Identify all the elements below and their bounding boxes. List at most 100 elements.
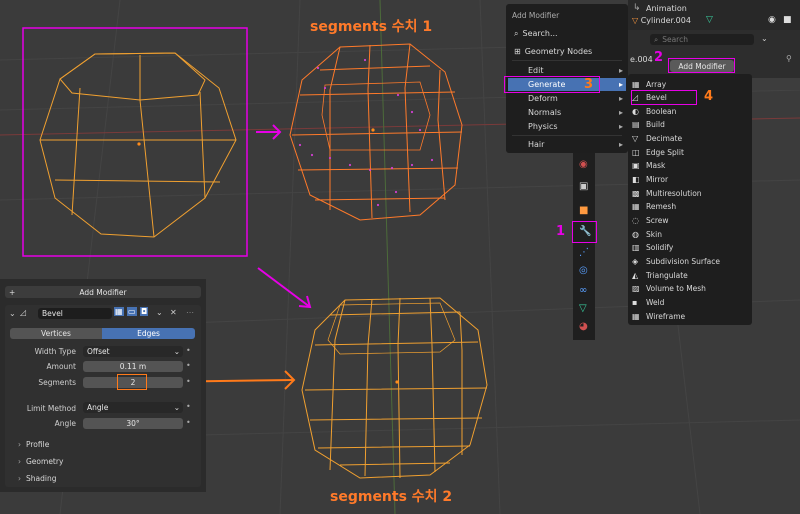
chevron-right-icon: ▸ — [619, 122, 624, 131]
keyframe-dot[interactable]: • — [186, 418, 191, 427]
modifier-icon: ◭ — [632, 270, 639, 280]
outliner-row-cylinder[interactable]: ▽ Cylinder.004 — [632, 16, 691, 25]
menu-title: Add Modifier — [512, 11, 560, 20]
properties-search[interactable]: ⌕ Search — [650, 34, 754, 45]
submenu-item-label: Skin — [646, 229, 662, 239]
submenu-item-array[interactable]: ▦ Array — [632, 77, 748, 91]
pin-icon[interactable]: ⚲ — [786, 54, 792, 63]
render-icon[interactable]: ◘ — [140, 307, 149, 316]
keyframe-dot[interactable]: • — [186, 402, 191, 411]
add-modifier-button[interactable]: + Add Modifier — [5, 286, 201, 298]
keyframe-dot[interactable]: • — [186, 377, 191, 386]
outliner-row-animation[interactable]: Animation — [646, 4, 687, 13]
width-type-label: Width Type — [34, 347, 76, 356]
submenu-item-boolean[interactable]: ◐ Boolean — [632, 104, 748, 118]
drag-handle-icon[interactable]: ⋯ — [186, 308, 194, 317]
annotation-step4: 4 — [704, 89, 714, 104]
submenu-item-mask[interactable]: ▣ Mask — [632, 159, 748, 173]
dropdown-icon[interactable]: ⌄ — [156, 308, 163, 317]
submenu-item-label: Array — [646, 79, 667, 89]
submenu-item-volume-to-mesh[interactable]: ▨ Volume to Mesh — [632, 282, 748, 296]
limit-method-select[interactable]: Angle ⌄ — [83, 402, 183, 413]
amount-field[interactable]: 0.11 m — [83, 361, 183, 372]
keyframe-dot[interactable]: • — [186, 346, 191, 355]
node-tree-icon: ⊞ — [514, 47, 521, 56]
tab-vertices[interactable]: Vertices — [10, 328, 102, 339]
collection-icon[interactable]: ▣ — [579, 181, 588, 192]
modifier-icon: ▩ — [632, 188, 640, 198]
submenu-item-label: Edge Split — [646, 147, 684, 157]
collapse-icon[interactable]: ⌄ — [9, 309, 16, 318]
data-icon[interactable]: ▽ — [579, 303, 587, 314]
submenu-item-screw[interactable]: ◌ Screw — [632, 214, 748, 228]
menu-geometry-nodes[interactable]: ⊞ Geometry Nodes — [514, 47, 592, 56]
menu-item-hair[interactable]: Hair — [528, 140, 544, 149]
section-shading[interactable]: › Shading — [18, 474, 56, 483]
modifier-icon: ▽ — [632, 134, 639, 144]
chevron-right-icon: › — [18, 457, 21, 466]
menu-item-deform[interactable]: Deform — [528, 94, 558, 103]
submenu-item-mirror[interactable]: ◧ Mirror — [632, 173, 748, 187]
eye-icon[interactable]: ◉ — [768, 15, 776, 25]
mesh-data-icon: ▽ — [706, 15, 713, 25]
constraints-icon[interactable]: ∞ — [579, 285, 587, 296]
object-icon[interactable]: ■ — [579, 205, 588, 216]
submenu-item-subdivision-surface[interactable]: ◈ Subdivision Surface — [632, 254, 748, 268]
submenu-item-multiresolution[interactable]: ▩ Multiresolution — [632, 186, 748, 200]
close-icon[interactable]: ✕ — [170, 308, 177, 317]
submenu-item-wireframe[interactable]: ▦ Wireframe — [632, 309, 748, 323]
submenu-item-label: Remesh — [646, 202, 677, 212]
modifier-icon: ▦ — [632, 202, 640, 212]
submenu-item-skin[interactable]: ◍ Skin — [632, 227, 748, 241]
viewport-icon[interactable]: ▭ — [127, 307, 137, 316]
chevron-right-icon: ▸ — [619, 94, 624, 103]
highlight-wrench — [572, 221, 597, 243]
chevron-down-icon[interactable]: ⌄ — [761, 34, 768, 43]
highlight-add-modifier — [668, 58, 735, 73]
submenu-item-solidify[interactable]: ▥ Solidify — [632, 241, 748, 255]
modifier-name-field[interactable]: Bevel — [38, 308, 112, 319]
object-name: Cylinder.004 — [640, 16, 691, 25]
menu-divider — [512, 135, 622, 136]
camera-icon[interactable]: ■ — [783, 15, 792, 25]
physics-icon[interactable]: ◎ — [579, 265, 588, 276]
modifier-icon: ▦ — [632, 311, 640, 321]
width-type-select[interactable]: Offset ⌄ — [83, 346, 183, 357]
submenu-item-weld[interactable]: ▪ Weld — [632, 295, 748, 309]
modifier-icon: ◫ — [632, 147, 640, 157]
menu-divider — [512, 60, 622, 61]
section-profile[interactable]: › Profile — [18, 440, 49, 449]
submenu-item-remesh[interactable]: ▦ Remesh — [632, 200, 748, 214]
bevel-icon: ◿ — [20, 308, 27, 317]
tab-edges[interactable]: Edges — [102, 328, 195, 339]
chevron-right-icon: ▸ — [619, 108, 624, 117]
modifier-icon: ▨ — [632, 284, 640, 294]
submenu-item-decimate[interactable]: ▽ Decimate — [632, 132, 748, 146]
annotation-step1: 1 — [556, 224, 566, 239]
menu-search[interactable]: ⌕ Search... — [514, 29, 558, 39]
menu-item-normals[interactable]: Normals — [528, 108, 561, 117]
material-icon[interactable]: ◕ — [579, 321, 588, 332]
highlight-segments — [117, 374, 147, 390]
limit-method-label: Limit Method — [26, 404, 76, 413]
menu-item-edit[interactable]: Edit — [528, 66, 544, 75]
submenu-item-label: Triangulate — [646, 270, 688, 280]
world-icon[interactable]: ◉ — [579, 159, 588, 170]
angle-field[interactable]: 30° — [83, 418, 183, 429]
search-icon: ⌕ — [514, 29, 519, 38]
annotation-bottom-title: segments 수치 2 — [330, 489, 453, 505]
keyframe-dot[interactable]: • — [186, 361, 191, 370]
submenu-item-triangulate[interactable]: ◭ Triangulate — [632, 268, 748, 282]
modifier-icon: ▦ — [632, 79, 640, 89]
particles-icon[interactable]: ⋰ — [579, 247, 589, 258]
menu-item-physics[interactable]: Physics — [528, 122, 558, 131]
submenu-item-label: Wireframe — [646, 311, 686, 321]
plus-icon: + — [9, 287, 16, 297]
submenu-item-label: Screw — [646, 216, 669, 225]
editmode-icon[interactable]: ▦ — [114, 307, 124, 316]
section-geometry[interactable]: › Geometry — [18, 457, 63, 466]
submenu-item-label: Mirror — [646, 175, 669, 185]
annotation-top-title: segments 수치 1 — [310, 19, 433, 35]
submenu-item-build[interactable]: ▤ Build — [632, 118, 748, 132]
submenu-item-edge-split[interactable]: ◫ Edge Split — [632, 145, 748, 159]
